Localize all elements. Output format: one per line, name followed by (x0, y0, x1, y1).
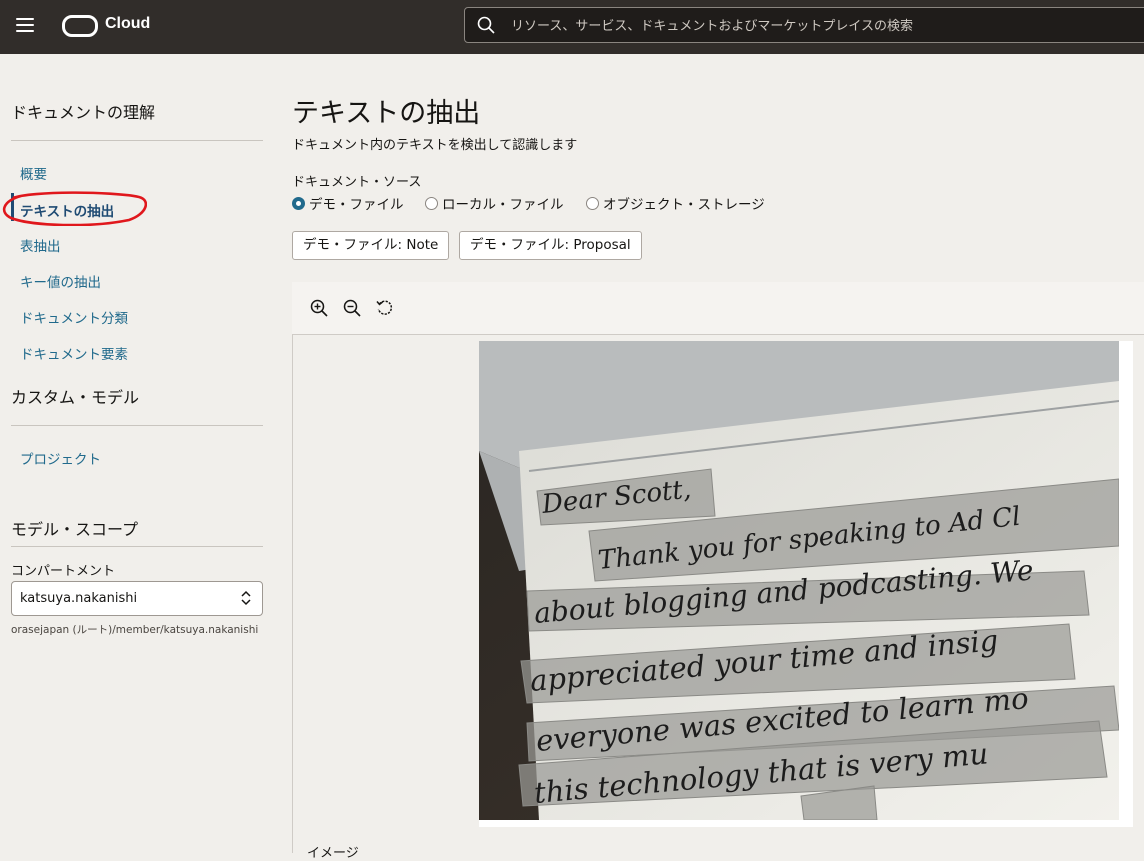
note-photo: Dear Scott, Thank you for speaking to Ad… (479, 341, 1119, 820)
section-title-document-understanding: ドキュメントの理解 (11, 103, 156, 122)
sidebar-item-document-classification[interactable]: ドキュメント分類 (20, 307, 128, 327)
page-description: ドキュメント内のテキストを検出して認識します (292, 138, 578, 153)
search-input[interactable] (509, 8, 1113, 44)
divider (11, 140, 263, 141)
radio-label: デモ・ファイル (309, 197, 404, 213)
compartment-select[interactable]: katsuya.nakanishi (11, 581, 263, 616)
compartment-value: katsuya.nakanishi (20, 591, 138, 606)
zoom-in-icon[interactable] (309, 298, 329, 318)
zoom-out-icon[interactable] (342, 298, 362, 318)
radio-label: オブジェクト・ストレージ (603, 197, 765, 213)
section-title-model-scope: モデル・スコープ (11, 520, 139, 539)
compartment-path: orasejapan (ルート)/member/katsuya.nakanish… (11, 624, 259, 636)
sidebar-item-text-extraction[interactable]: テキストの抽出 (20, 200, 114, 220)
page-title: テキストの抽出 (292, 98, 481, 129)
reset-rotate-icon[interactable] (375, 298, 395, 318)
sidebar-item-document-elements[interactable]: ドキュメント要素 (20, 343, 128, 363)
radio-unselected-icon (425, 197, 438, 210)
radio-demo-file[interactable]: デモ・ファイル (292, 193, 404, 213)
radio-unselected-icon (586, 197, 599, 210)
search-icon (477, 16, 495, 34)
demo-proposal-button[interactable]: デモ・ファイル: Proposal (459, 231, 642, 260)
divider (11, 425, 263, 426)
sidebar-item-key-value[interactable]: キー値の抽出 (20, 271, 101, 291)
search-box[interactable] (464, 7, 1144, 44)
top-bar: Cloud (0, 0, 1144, 54)
sidebar-item-overview[interactable]: 概要 (20, 163, 47, 183)
menu-icon[interactable] (16, 18, 34, 32)
radio-local-file[interactable]: ローカル・ファイル (425, 193, 564, 213)
active-indicator (11, 193, 14, 221)
document-source-label: ドキュメント・ソース (292, 175, 422, 190)
oracle-logo[interactable] (62, 15, 98, 37)
compartment-label: コンパートメント (11, 564, 116, 579)
divider (11, 546, 263, 547)
section-title-custom-model: カスタム・モデル (11, 388, 140, 407)
sidebar-item-projects[interactable]: プロジェクト (20, 448, 101, 468)
radio-selected-icon (292, 197, 305, 210)
image-caption: イメージ (307, 846, 359, 861)
sidebar: ドキュメントの理解 概要 テキストの抽出 表抽出 キー値の抽出 ドキュメント分類… (0, 55, 280, 853)
radio-object-storage[interactable]: オブジェクト・ストレージ (586, 193, 765, 213)
viewer-toolbar (292, 282, 1144, 335)
brand-label[interactable]: Cloud (105, 15, 150, 33)
demo-note-button[interactable]: デモ・ファイル: Note (292, 231, 450, 260)
chevron-updown-icon (241, 590, 251, 606)
radio-label: ローカル・ファイル (442, 197, 564, 213)
document-image: Dear Scott, Thank you for speaking to Ad… (479, 341, 1119, 820)
sidebar-item-table-extraction[interactable]: 表抽出 (20, 235, 61, 255)
